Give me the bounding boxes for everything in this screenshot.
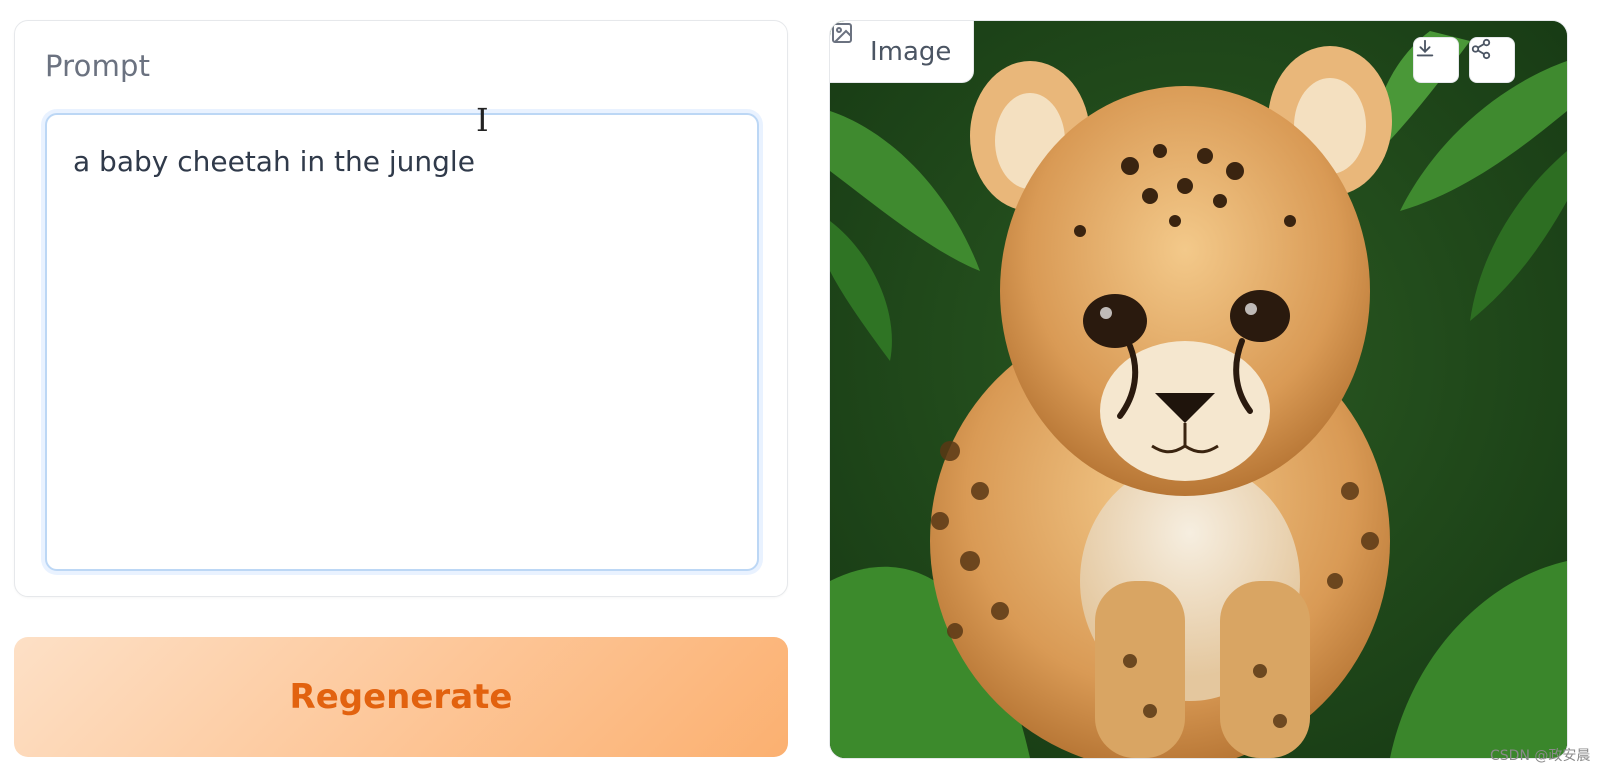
generated-image [830,21,1567,758]
download-button[interactable] [1413,37,1459,83]
prompt-card: Prompt a baby cheetah in the jungle [14,20,788,597]
image-label-tab: Image [830,21,975,83]
image-label-text: Image [870,36,952,67]
text-cursor-icon: I [476,101,489,139]
regenerate-button[interactable]: Regenerate [14,637,788,757]
watermark: CSDN @政安晨 [1490,748,1591,764]
share-button[interactable] [1469,37,1515,83]
prompt-textarea[interactable]: a baby cheetah in the jungle [45,113,759,571]
output-image-panel: Image [829,20,1568,759]
prompt-label: Prompt [45,49,151,83]
